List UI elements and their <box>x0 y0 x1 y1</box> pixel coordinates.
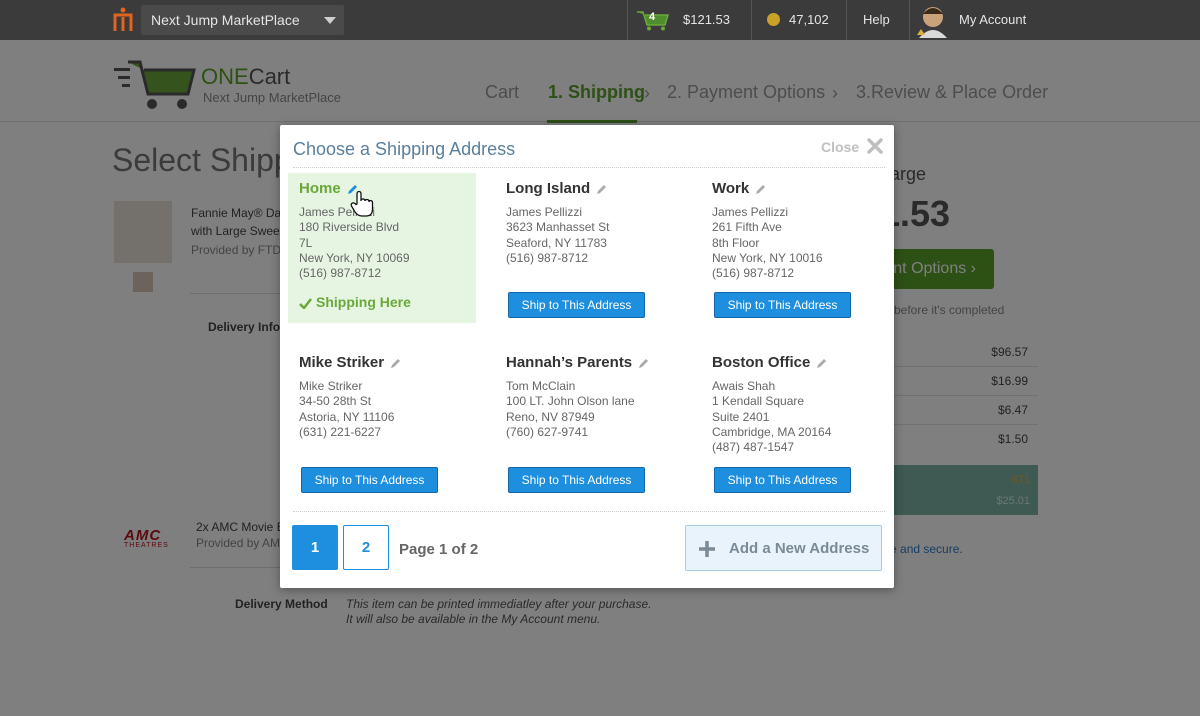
divider <box>751 0 752 40</box>
address-lines: James Pellizzi 3623 Manhasset St Seaford… <box>506 205 610 265</box>
check-icon <box>299 298 312 309</box>
divider <box>627 0 628 40</box>
ship-to-address-button[interactable]: Ship to This Address <box>508 292 645 318</box>
close-button[interactable]: Close <box>821 139 859 155</box>
page-2-button[interactable]: 2 <box>343 525 389 570</box>
help-link[interactable]: Help <box>863 12 890 27</box>
divider <box>293 511 885 512</box>
my-account-link[interactable]: My Account <box>959 12 1026 27</box>
ship-to-address-button[interactable]: Ship to This Address <box>301 467 438 493</box>
marketplace-select-value: Next Jump MarketPlace <box>151 12 300 28</box>
address-card-long-island[interactable]: Long Island James Pellizzi 3623 Manhasse… <box>495 173 683 323</box>
ship-to-address-button[interactable]: Ship to This Address <box>508 467 645 493</box>
address-card-boston-office[interactable]: Boston Office Awais Shah 1 Kendall Squar… <box>701 347 889 497</box>
pencil-icon[interactable] <box>755 184 766 195</box>
modal-title: Choose a Shipping Address <box>293 139 516 159</box>
address-name: Home <box>299 180 358 197</box>
cart-count-badge: 4 <box>649 11 656 23</box>
close-icon[interactable] <box>866 137 884 155</box>
address-card-hannahs-parents[interactable]: Hannah’s Parents Tom McClain 100 LT. Joh… <box>495 347 683 497</box>
pencil-icon[interactable] <box>638 358 649 369</box>
address-name: Boston Office <box>712 354 827 371</box>
marketplace-select[interactable]: Next Jump MarketPlace <box>141 5 344 35</box>
pencil-icon[interactable] <box>596 184 607 195</box>
pencil-icon[interactable] <box>390 358 401 369</box>
page-1-button[interactable]: 1 <box>292 525 338 570</box>
address-lines: James Pellizzi 261 Fifth Ave 8th Floor N… <box>712 205 823 281</box>
divider <box>846 0 847 40</box>
shipping-here-status: Shipping Here <box>299 294 411 310</box>
add-new-address-label: Add a New Address <box>729 540 870 557</box>
ship-to-address-button[interactable]: Ship to This Address <box>714 292 851 318</box>
address-lines: Tom McClain 100 LT. John Olson lane Reno… <box>506 379 635 439</box>
address-name: Mike Striker <box>299 354 401 371</box>
page-indicator: Page 1 of 2 <box>399 541 479 558</box>
address-card-work[interactable]: Work James Pellizzi 261 Fifth Ave 8th Fl… <box>701 173 889 323</box>
avatar[interactable] <box>914 2 952 38</box>
top-bar: Next Jump MarketPlace 4 $121.53 47,102 H… <box>0 0 1200 40</box>
address-card-home[interactable]: Home James Pellizzi 180 Riverside Blvd 7… <box>288 173 476 323</box>
address-card-mike-striker[interactable]: Mike Striker Mike Striker 34-50 28th St … <box>288 347 476 497</box>
add-new-address-button[interactable]: Add a New Address <box>685 525 882 571</box>
cart-balance[interactable]: $121.53 <box>683 12 730 27</box>
hand-cursor-icon <box>350 190 374 217</box>
next-jump-logo-icon[interactable] <box>112 7 134 33</box>
plus-icon <box>699 541 715 557</box>
address-name: Long Island <box>506 180 607 197</box>
chevron-down-icon <box>324 17 336 24</box>
ship-to-address-button[interactable]: Ship to This Address <box>714 467 851 493</box>
pencil-icon[interactable] <box>816 358 827 369</box>
divider <box>293 167 885 168</box>
divider <box>909 0 910 40</box>
address-name: Work <box>712 180 766 197</box>
coin-icon <box>767 13 780 26</box>
address-name: Hannah’s Parents <box>506 354 649 371</box>
address-lines: Mike Striker 34-50 28th St Astoria, NY 1… <box>299 379 395 439</box>
points-balance[interactable]: 47,102 <box>789 12 829 27</box>
shipping-address-modal: Choose a Shipping Address Close Home Jam… <box>280 125 894 588</box>
address-lines: Awais Shah 1 Kendall Square Suite 2401 C… <box>712 379 832 455</box>
